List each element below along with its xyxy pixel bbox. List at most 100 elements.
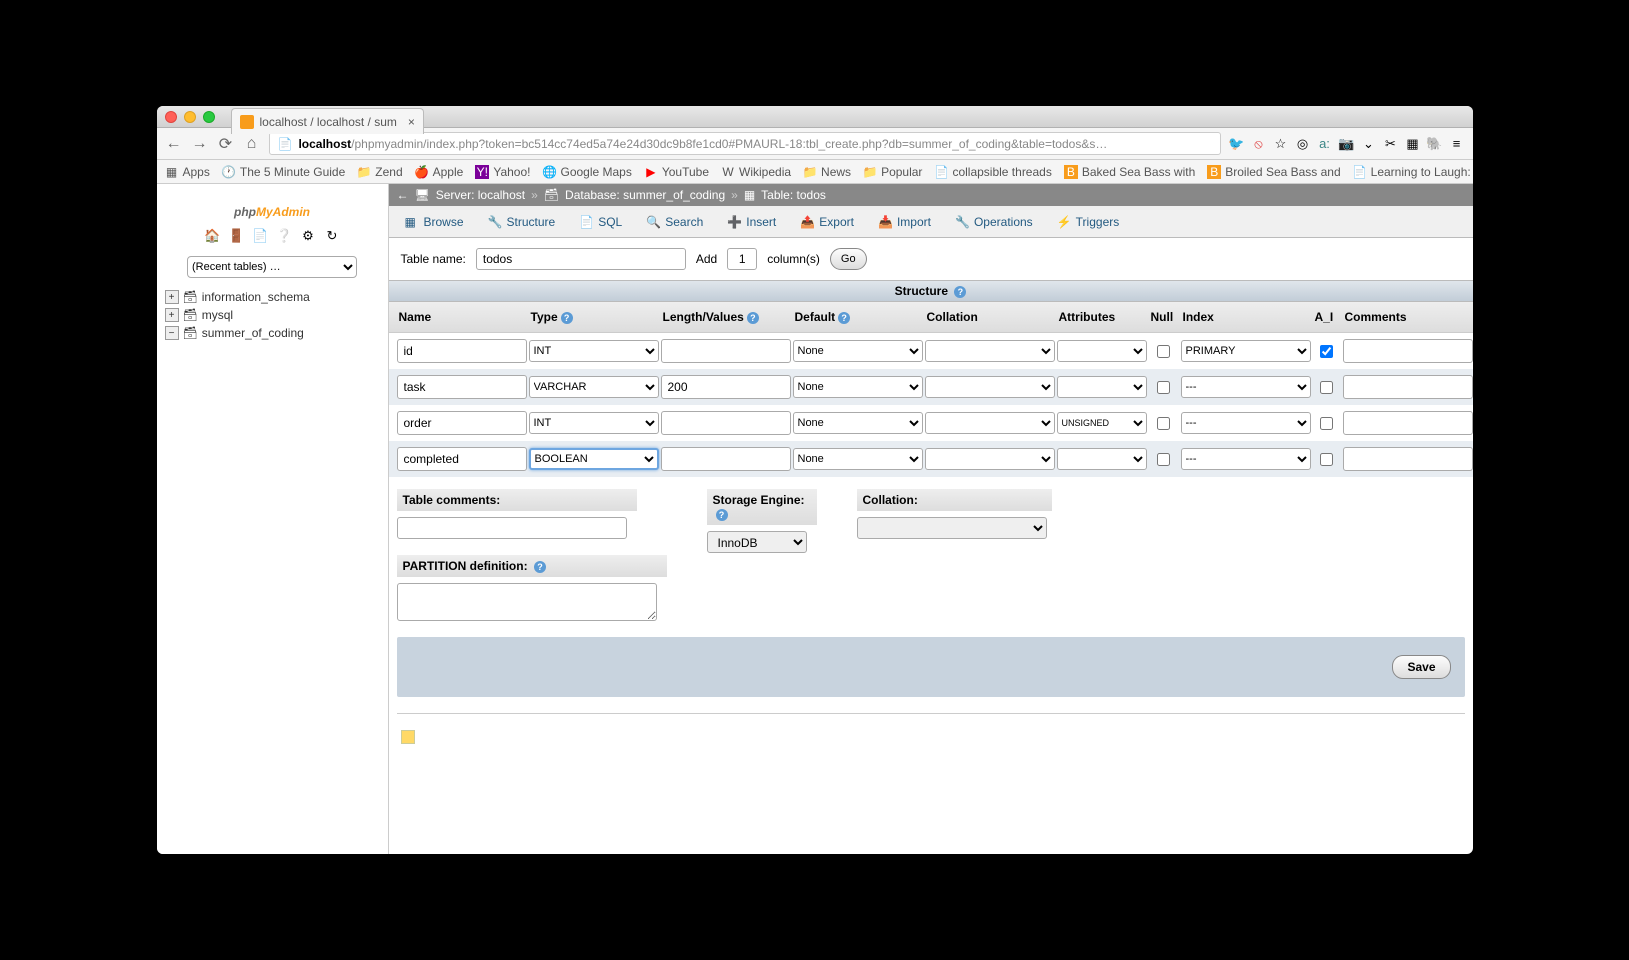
col-default-select[interactable]: None <box>793 448 923 470</box>
col-index-select[interactable]: --- <box>1181 376 1311 398</box>
col-type-select[interactable]: BOOLEAN <box>529 448 659 470</box>
partition-textarea[interactable] <box>397 583 657 621</box>
bookmark[interactable]: 📄Learning to Laugh: A <box>1353 165 1473 179</box>
col-ai-checkbox[interactable] <box>1320 345 1333 358</box>
ext-icon[interactable]: ✂ <box>1383 136 1399 152</box>
ext-icon[interactable]: ☆ <box>1273 136 1289 152</box>
col-default-select[interactable]: None <box>793 376 923 398</box>
tab-export[interactable]: 📤Export <box>790 210 864 234</box>
settings-icon[interactable]: ⚙ <box>300 228 316 244</box>
tab-close-icon[interactable]: × <box>408 115 415 129</box>
col-comments-input[interactable] <box>1343 339 1473 363</box>
bc-table[interactable]: Table: todos <box>761 188 826 202</box>
home-icon[interactable]: 🏠 <box>204 228 220 244</box>
bookmark[interactable]: 📁Popular <box>863 165 922 179</box>
bc-server[interactable]: Server: localhost <box>436 188 525 202</box>
docs-icon[interactable]: ❔ <box>276 228 292 244</box>
ext-icon[interactable]: ⦸ <box>1251 136 1267 152</box>
tab-structure[interactable]: 🔧Structure <box>478 210 566 234</box>
db-node[interactable]: −🗃summer_of_coding <box>165 324 380 342</box>
col-collation-select[interactable] <box>925 448 1055 470</box>
zoom-icon[interactable] <box>203 111 215 123</box>
col-length-input[interactable] <box>661 411 791 435</box>
col-attributes-select[interactable] <box>1057 376 1147 398</box>
ext-icon[interactable]: ⌄ <box>1361 136 1377 152</box>
db-node[interactable]: +🗃information_schema <box>165 288 380 306</box>
col-ai-checkbox[interactable] <box>1320 381 1333 394</box>
recent-tables-select[interactable]: (Recent tables) … <box>187 256 357 278</box>
tab-insert[interactable]: ➕Insert <box>717 210 786 234</box>
tab-browse[interactable]: ▦Browse <box>395 210 474 234</box>
col-length-input[interactable] <box>661 375 791 399</box>
col-null-checkbox[interactable] <box>1157 345 1170 358</box>
bc-database[interactable]: Database: summer_of_coding <box>565 188 725 202</box>
col-index-select[interactable]: --- <box>1181 448 1311 470</box>
col-collation-select[interactable] <box>925 412 1055 434</box>
close-icon[interactable] <box>165 111 177 123</box>
evernote-icon[interactable]: 🐘 <box>1427 136 1443 152</box>
bookmark[interactable]: 🌐Google Maps <box>542 165 631 179</box>
col-name-input[interactable] <box>397 411 527 435</box>
save-button[interactable]: Save <box>1392 655 1450 679</box>
col-comments-input[interactable] <box>1343 411 1473 435</box>
col-attributes-select[interactable] <box>1057 448 1147 470</box>
back-arrow-icon[interactable]: ← <box>397 188 409 202</box>
ext-icon[interactable]: a: <box>1317 136 1333 152</box>
col-comments-input[interactable] <box>1343 447 1473 471</box>
twitter-icon[interactable]: 🐦 <box>1229 136 1245 152</box>
bookmark[interactable]: BBaked Sea Bass with <box>1064 165 1195 179</box>
minimize-icon[interactable] <box>184 111 196 123</box>
ext-icon[interactable]: ◎ <box>1295 136 1311 152</box>
col-index-select[interactable]: --- <box>1181 412 1311 434</box>
note-icon[interactable] <box>401 730 415 744</box>
table-comments-input[interactable] <box>397 517 627 539</box>
bookmark[interactable]: 🍎Apple <box>415 165 464 179</box>
col-ai-checkbox[interactable] <box>1320 417 1333 430</box>
col-name-input[interactable] <box>397 375 527 399</box>
col-collation-select[interactable] <box>925 340 1055 362</box>
reload-icon[interactable]: ↻ <box>324 228 340 244</box>
db-node[interactable]: +🗃mysql <box>165 306 380 324</box>
bookmark[interactable]: 📄collapsible threads <box>934 165 1051 179</box>
sql-icon[interactable]: 📄 <box>252 228 268 244</box>
home-icon[interactable]: ⌂ <box>243 135 261 153</box>
col-null-checkbox[interactable] <box>1157 381 1170 394</box>
reload-icon[interactable]: ⟳ <box>217 135 235 153</box>
collation-select[interactable] <box>857 517 1047 539</box>
back-icon[interactable]: ← <box>165 135 183 153</box>
url-input[interactable]: 📄 localhost /phpmyadmin/index.php?token=… <box>269 132 1221 155</box>
forward-icon[interactable]: → <box>191 135 209 153</box>
bookmark[interactable]: 📁News <box>803 165 851 179</box>
bookmark[interactable]: 📁Zend <box>357 165 402 179</box>
table-name-input[interactable] <box>476 248 686 270</box>
tab-sql[interactable]: 📄SQL <box>569 210 632 234</box>
bookmark[interactable]: 🕐The 5 Minute Guide <box>222 165 345 179</box>
tab-import[interactable]: 📥Import <box>868 210 941 234</box>
col-null-checkbox[interactable] <box>1157 453 1170 466</box>
col-name-input[interactable] <box>397 339 527 363</box>
tab-search[interactable]: 🔍Search <box>636 210 713 234</box>
col-default-select[interactable]: None <box>793 412 923 434</box>
storage-engine-select[interactable]: InnoDB <box>707 531 807 553</box>
logout-icon[interactable]: 🚪 <box>228 228 244 244</box>
col-default-select[interactable]: None <box>793 340 923 362</box>
col-attributes-select[interactable]: UNSIGNED <box>1057 412 1147 434</box>
col-attributes-select[interactable] <box>1057 340 1147 362</box>
bookmark[interactable]: ▶YouTube <box>644 165 709 179</box>
add-count-input[interactable] <box>727 248 757 270</box>
menu-icon[interactable]: ≡ <box>1449 136 1465 152</box>
col-comments-input[interactable] <box>1343 375 1473 399</box>
tab-operations[interactable]: 🔧Operations <box>945 210 1043 234</box>
col-type-select[interactable]: VARCHAR <box>529 376 659 398</box>
bookmark[interactable]: Y!Yahoo! <box>475 165 530 179</box>
col-length-input[interactable] <box>661 339 791 363</box>
col-index-select[interactable]: PRIMARY <box>1181 340 1311 362</box>
col-type-select[interactable]: INT <box>529 340 659 362</box>
apps-button[interactable]: ▦Apps <box>165 165 210 179</box>
tab-triggers[interactable]: ⚡Triggers <box>1047 210 1130 234</box>
col-name-input[interactable] <box>397 447 527 471</box>
bookmark[interactable]: BBroiled Sea Bass and <box>1207 165 1340 179</box>
col-type-select[interactable]: INT <box>529 412 659 434</box>
ext-icon[interactable]: 📷 <box>1339 136 1355 152</box>
col-ai-checkbox[interactable] <box>1320 453 1333 466</box>
